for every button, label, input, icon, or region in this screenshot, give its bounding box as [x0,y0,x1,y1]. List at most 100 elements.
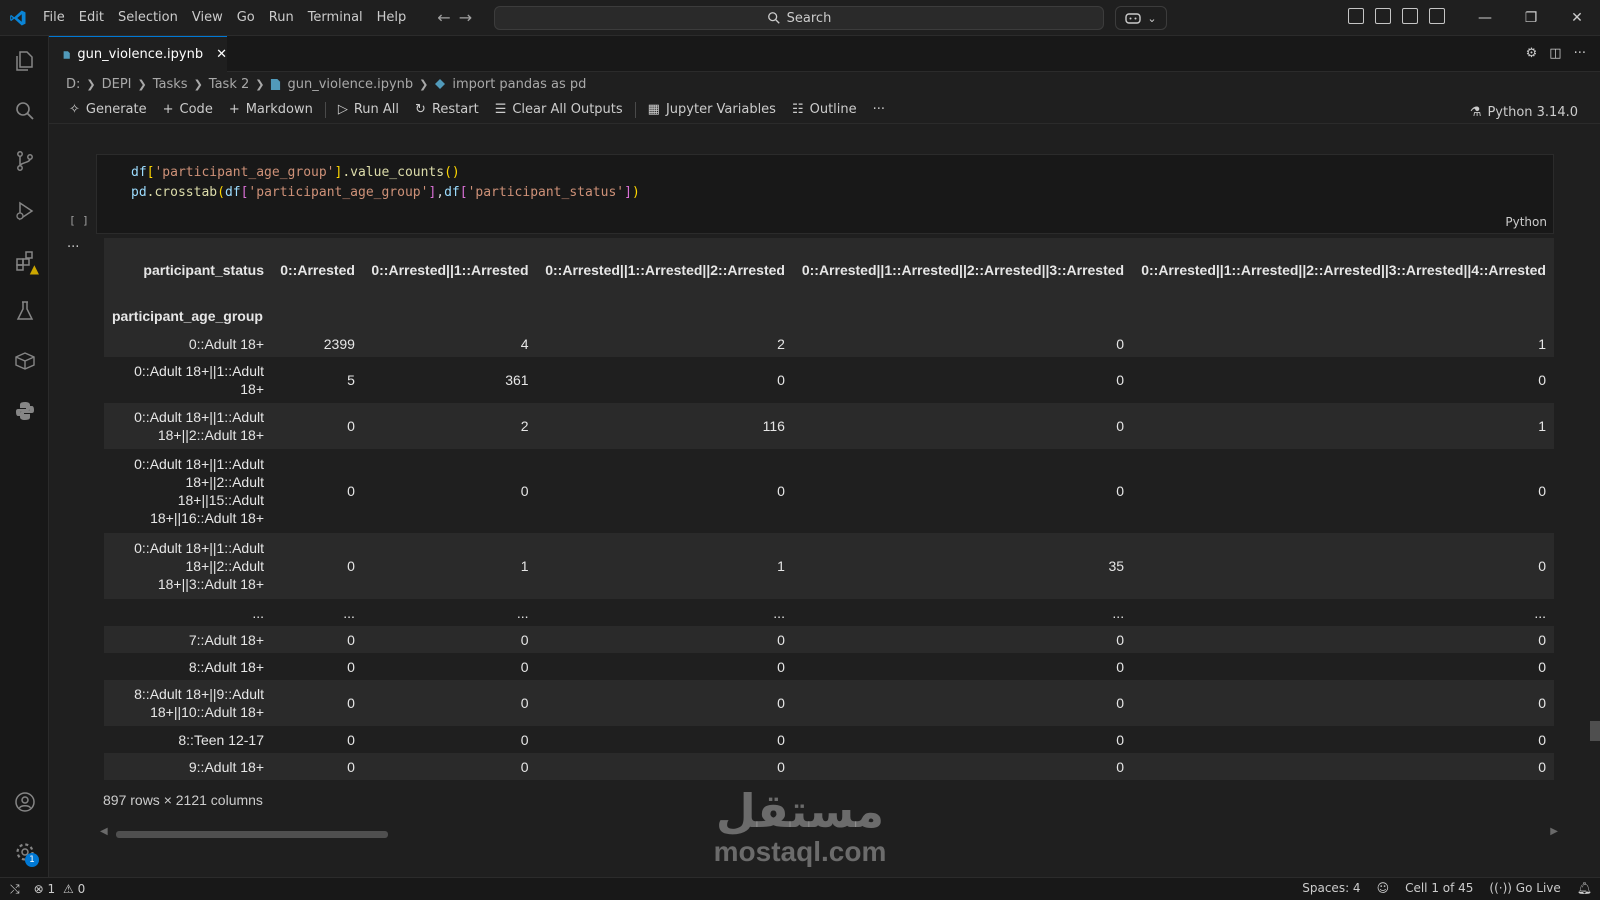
plus-icon: + [228,102,240,117]
chevron-right-icon: ❯ [255,77,265,91]
copilot-button[interactable]: ⌄ [1115,6,1167,30]
row-index: 0::Adult 18+||1::Adult 18+||2::Adult 18+ [134,409,264,443]
table-cell: 0 [1116,658,1125,675]
jupyter-variables-button[interactable]: ▦ Jupyter Variables [640,98,784,122]
watermark-arabic: مستقل [715,784,885,838]
run-debug-icon[interactable] [0,186,49,236]
problems-indicator[interactable]: ⊗ 1 ⚠ 0 [34,882,86,896]
notebook-settings-icon[interactable]: ⚙ [1526,46,1538,61]
go-live-button[interactable]: ((·)) Go Live [1489,881,1560,895]
vertical-scroll-thumb[interactable] [1590,721,1600,741]
menu-view[interactable]: View [185,6,230,30]
code-editor[interactable]: df['participant_age_group'].value_counts… [97,155,1553,203]
clear-outputs-label: Clear All Outputs [512,102,623,117]
menu-selection[interactable]: Selection [111,6,185,30]
table-cell: 361 [505,372,529,388]
minimize-icon[interactable]: — [1462,0,1508,36]
row-index: 0::Adult 18+ [188,335,264,352]
breadcrumb-tasks[interactable]: Tasks [153,77,188,92]
run-all-button[interactable]: ▷ Run All [330,98,407,122]
table-cell: 0 [1538,631,1546,648]
notifications-bell-icon[interactable]: 🔔︎ [1577,881,1592,895]
search-sidebar-icon[interactable] [0,86,49,136]
cell-language[interactable]: Python [1505,215,1547,229]
horizontal-scroll-thumb[interactable] [116,831,388,838]
scroll-right-icon[interactable]: ▶ [1550,826,1558,837]
table-cell: 0 [1538,658,1546,675]
breadcrumb-drive[interactable]: D: [66,77,80,92]
code-line-2: pd.crosstab(df['participant_age_group'],… [131,183,1553,203]
close-tab-icon[interactable]: ✕ [216,47,227,62]
forward-arrow-icon[interactable]: → [459,8,472,27]
restore-icon[interactable]: ❐ [1508,0,1554,36]
code-token: .crosstab [146,185,218,200]
table-row: 0::Adult 18+||1::Adult 18+||2::Adult 18+… [104,403,1554,449]
table-cell: 0 [1538,695,1546,711]
table-cell: 0 [347,758,355,775]
table-cell: 0 [777,658,785,675]
index-spacer [793,302,1132,330]
column-header: 0::Arrested||1::Arrested||2::Arrested [545,262,785,278]
table-cell: 0 [1538,758,1546,775]
toggle-secondary-sidebar-icon[interactable] [1429,8,1445,24]
execution-count[interactable]: [ ] [69,214,89,227]
extensions-icon[interactable]: ▲ [0,236,49,286]
toggle-panel-icon[interactable] [1402,8,1418,24]
column-header: 0::Arrested||1::Arrested||2::Arrested||3… [801,262,1125,278]
menu-go[interactable]: Go [230,6,262,30]
dataframe-index-row: participant_age_group [104,302,1554,330]
add-markdown-button[interactable]: + Markdown [221,98,321,122]
remote-icon[interactable]: ⤭ [10,882,20,897]
dataframe-output: participant_status 0::Arrested 0::Arrest… [104,238,1554,780]
split-editor-icon[interactable]: ◫ [1549,46,1561,61]
accounts-icon[interactable] [0,777,49,827]
add-code-button[interactable]: + Code [155,98,221,122]
table-cell: 0 [1116,758,1125,775]
generate-button[interactable]: ✧ Generate [61,98,155,122]
command-center-search[interactable]: Search [494,6,1104,30]
chevron-right-icon: ❯ [86,77,96,91]
close-window-icon[interactable]: ✕ [1554,0,1600,36]
table-cell: 116 [762,418,785,434]
tab-gun-violence[interactable]: gun_violence.ipynb ✕ [49,36,227,72]
title-bar: File Edit Selection View Go Run Terminal Help ←… [0,0,1600,36]
outline-button[interactable]: ☷ Outline [784,98,865,122]
output-more-icon[interactable]: ... [67,236,79,251]
menu-run[interactable]: Run [262,6,301,30]
breadcrumb-file[interactable]: gun_violence.ipynb [287,77,413,92]
kernel-picker[interactable]: ⚗ Python 3.14.0 [1462,100,1586,124]
kernel-flask-icon: ⚗ [1469,104,1482,120]
table-cell: 1 [777,558,785,574]
more-actions-icon[interactable]: ··· [1574,46,1586,61]
row-index: 8::Adult 18+||9::Adult 18+||10::Adult 18… [134,686,264,720]
toolbar-more-button[interactable]: ··· [865,98,893,122]
restart-button[interactable]: ↻ Restart [407,98,487,122]
breadcrumb-depi[interactable]: DEPI [102,77,132,92]
back-arrow-icon[interactable]: ← [437,8,450,27]
copilot-status-icon[interactable]: ☺ [1377,881,1390,895]
scroll-left-icon[interactable]: ◀ [100,826,108,837]
testing-icon[interactable] [0,286,49,336]
menu-file[interactable]: File [36,6,72,30]
clear-outputs-button[interactable]: ☰ Clear All Outputs [487,98,631,122]
menu-terminal[interactable]: Terminal [301,6,370,30]
manage-gear-icon[interactable]: 1 [0,827,49,877]
menu-edit[interactable]: Edit [72,6,111,30]
table-row: 0::Adult 18+ 2399 4 2 0 1 [104,330,1554,357]
toggle-primary-sidebar-icon[interactable] [1375,8,1391,24]
python-icon[interactable] [0,386,49,436]
table-cell: 1 [1538,418,1546,434]
row-index: 0::Adult 18+||1::Adult 18+||2::Adult 18+… [134,456,264,526]
spaces-indicator[interactable]: Spaces: 4 [1302,881,1360,895]
explorer-icon[interactable] [0,36,49,86]
breadcrumb-cell[interactable]: import pandas as pd [452,77,586,92]
source-control-icon[interactable] [0,136,49,186]
table-row: 9::Adult 18+ 0 0 0 0 0 [104,753,1554,780]
customize-layout-icon[interactable] [1348,8,1364,24]
breadcrumb-task2[interactable]: Task 2 [209,77,249,92]
menu-help[interactable]: Help [370,6,414,30]
containers-icon[interactable] [0,336,49,386]
code-cell[interactable]: df['participant_age_group'].value_counts… [96,154,1554,234]
status-bar-left: ⤭ ⊗ 1 ⚠ 0 [0,882,85,897]
cell-position[interactable]: Cell 1 of 45 [1405,881,1473,895]
